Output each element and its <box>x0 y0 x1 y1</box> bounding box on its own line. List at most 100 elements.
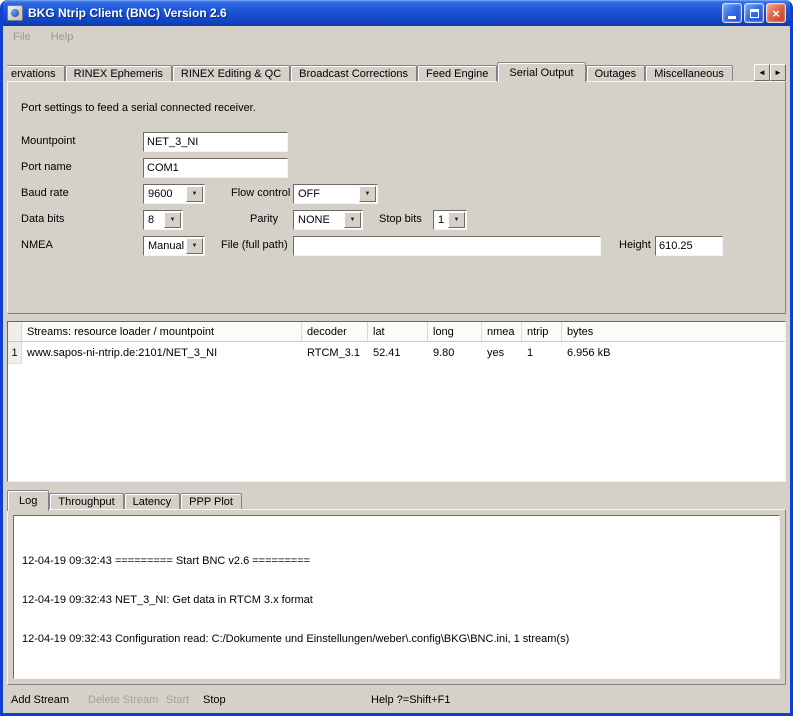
minimize-button[interactable] <box>722 3 742 23</box>
window-title: BKG Ntrip Client (BNC) Version 2.6 <box>28 6 717 20</box>
chevron-down-icon: ▼ <box>350 217 356 223</box>
baud-rate-value: 9600 <box>148 188 172 200</box>
header-ntrip[interactable]: ntrip <box>522 322 562 342</box>
chevron-down-icon: ▼ <box>365 191 371 197</box>
row-number: 1 <box>8 342 22 364</box>
main-tab-bar: ervations RINEX Ephemeris RINEX Editing … <box>7 61 752 82</box>
tab-scroll-right-button[interactable]: ► <box>770 64 786 81</box>
menu-bar: File Help <box>3 26 790 48</box>
chevron-down-icon: ▼ <box>170 217 176 223</box>
menu-file[interactable]: File <box>7 29 37 45</box>
serial-output-panel: Port settings to feed a serial connected… <box>7 81 786 314</box>
menu-help[interactable]: Help <box>45 29 80 45</box>
maximize-icon <box>750 9 759 18</box>
dropdown-button[interactable]: ▼ <box>344 212 361 228</box>
title-bar[interactable]: BKG Ntrip Client (BNC) Version 2.6 × <box>3 0 790 26</box>
tab-ppp-plot[interactable]: PPP Plot <box>180 493 242 510</box>
tab-log[interactable]: Log <box>7 490 49 511</box>
parity-value: NONE <box>298 214 330 226</box>
stop-bits-value: 1 <box>438 214 444 226</box>
cell-ntrip: 1 <box>522 342 562 364</box>
close-button[interactable]: × <box>766 3 786 23</box>
port-name-label: Port name <box>21 161 72 173</box>
parity-label: Parity <box>250 213 278 225</box>
delete-stream-button[interactable]: Delete Stream <box>88 694 158 706</box>
help-shortcut-label: Help ?=Shift+F1 <box>371 694 451 706</box>
parity-select[interactable]: NONE ▼ <box>293 210 363 230</box>
cell-long: 9.80 <box>428 342 482 364</box>
app-icon <box>7 5 23 21</box>
panel-description: Port settings to feed a serial connected… <box>21 102 256 114</box>
close-icon: × <box>772 6 780 21</box>
arrow-right-icon: ► <box>774 68 782 77</box>
data-bits-select[interactable]: 8 ▼ <box>143 210 183 230</box>
height-label: Height <box>619 239 651 251</box>
cell-lat: 52.41 <box>368 342 428 364</box>
arrow-left-icon: ◄ <box>758 68 766 77</box>
start-button[interactable]: Start <box>166 694 189 706</box>
tab-scroll-left-button[interactable]: ◄ <box>754 64 770 81</box>
dropdown-button[interactable]: ▼ <box>186 186 203 202</box>
header-bytes[interactable]: bytes <box>562 322 785 342</box>
nmea-label: NMEA <box>21 239 53 251</box>
file-path-input[interactable] <box>293 236 601 256</box>
add-stream-button[interactable]: Add Stream <box>11 694 69 706</box>
cell-bytes: 6.956 kB <box>562 342 785 364</box>
stop-bits-select[interactable]: 1 ▼ <box>433 210 467 230</box>
table-row[interactable]: 1 www.sapos-ni-ntrip.de:2101/NET_3_NI RT… <box>8 342 785 364</box>
data-bits-value: 8 <box>148 214 154 226</box>
flow-control-label: Flow control <box>231 187 290 199</box>
header-nmea[interactable]: nmea <box>482 322 522 342</box>
minimize-icon <box>728 16 736 19</box>
header-decoder[interactable]: decoder <box>302 322 368 342</box>
tab-rinex-editing-qc[interactable]: RINEX Editing & QC <box>172 65 290 82</box>
dropdown-button[interactable]: ▼ <box>359 186 376 202</box>
stop-bits-label: Stop bits <box>379 213 422 225</box>
mountpoint-label: Mountpoint <box>21 135 75 147</box>
maximize-button[interactable] <box>744 3 764 23</box>
table-corner <box>8 322 22 342</box>
dropdown-button[interactable]: ▼ <box>164 212 181 228</box>
log-output[interactable]: 12-04-19 09:32:43 ========= Start BNC v2… <box>13 515 780 679</box>
dropdown-button[interactable]: ▼ <box>448 212 465 228</box>
tab-observations[interactable]: ervations <box>7 65 65 82</box>
tab-serial-output[interactable]: Serial Output <box>497 62 585 82</box>
nmea-select[interactable]: Manual ▼ <box>143 236 205 256</box>
baud-rate-label: Baud rate <box>21 187 69 199</box>
data-bits-label: Data bits <box>21 213 64 225</box>
flow-control-value: OFF <box>298 188 320 200</box>
header-mountpoint[interactable]: Streams: resource loader / mountpoint <box>22 322 302 342</box>
baud-rate-select[interactable]: 9600 ▼ <box>143 184 205 204</box>
log-line: 12-04-19 09:32:43 ========= Start BNC v2… <box>22 555 771 568</box>
tab-broadcast-corrections[interactable]: Broadcast Corrections <box>290 65 417 82</box>
tab-latency[interactable]: Latency <box>124 493 181 510</box>
cell-mountpoint: www.sapos-ni-ntrip.de:2101/NET_3_NI <box>22 342 302 364</box>
height-input[interactable] <box>655 236 723 256</box>
tab-outages[interactable]: Outages <box>586 65 646 82</box>
app-window: BKG Ntrip Client (BNC) Version 2.6 × Fil… <box>0 0 793 716</box>
port-name-input[interactable] <box>143 158 288 178</box>
chevron-down-icon: ▼ <box>192 243 198 249</box>
log-line: 12-04-19 09:32:43 Configuration read: C:… <box>22 633 771 646</box>
nmea-value: Manual <box>148 240 184 252</box>
tab-rinex-ephemeris[interactable]: RINEX Ephemeris <box>65 65 172 82</box>
dropdown-button[interactable]: ▼ <box>186 238 203 254</box>
footer-bar: Add Stream Delete Stream Start Stop Help… <box>3 691 790 711</box>
cell-decoder: RTCM_3.1 <box>302 342 368 364</box>
mountpoint-input[interactable] <box>143 132 288 152</box>
chevron-down-icon: ▼ <box>192 191 198 197</box>
header-long[interactable]: long <box>428 322 482 342</box>
file-path-label: File (full path) <box>221 239 288 251</box>
tab-throughput[interactable]: Throughput <box>49 493 123 510</box>
header-lat[interactable]: lat <box>368 322 428 342</box>
stop-button[interactable]: Stop <box>203 694 226 706</box>
tab-miscellaneous[interactable]: Miscellaneous <box>645 65 733 82</box>
bottom-tab-bar: Log Throughput Latency PPP Plot <box>7 490 242 510</box>
flow-control-select[interactable]: OFF ▼ <box>293 184 378 204</box>
tab-feed-engine[interactable]: Feed Engine <box>417 65 497 82</box>
log-panel: 12-04-19 09:32:43 ========= Start BNC v2… <box>7 509 786 685</box>
streams-table: Streams: resource loader / mountpoint de… <box>7 321 786 482</box>
cell-nmea: yes <box>482 342 522 364</box>
streams-header-row: Streams: resource loader / mountpoint de… <box>8 322 785 342</box>
chevron-down-icon: ▼ <box>454 217 460 223</box>
